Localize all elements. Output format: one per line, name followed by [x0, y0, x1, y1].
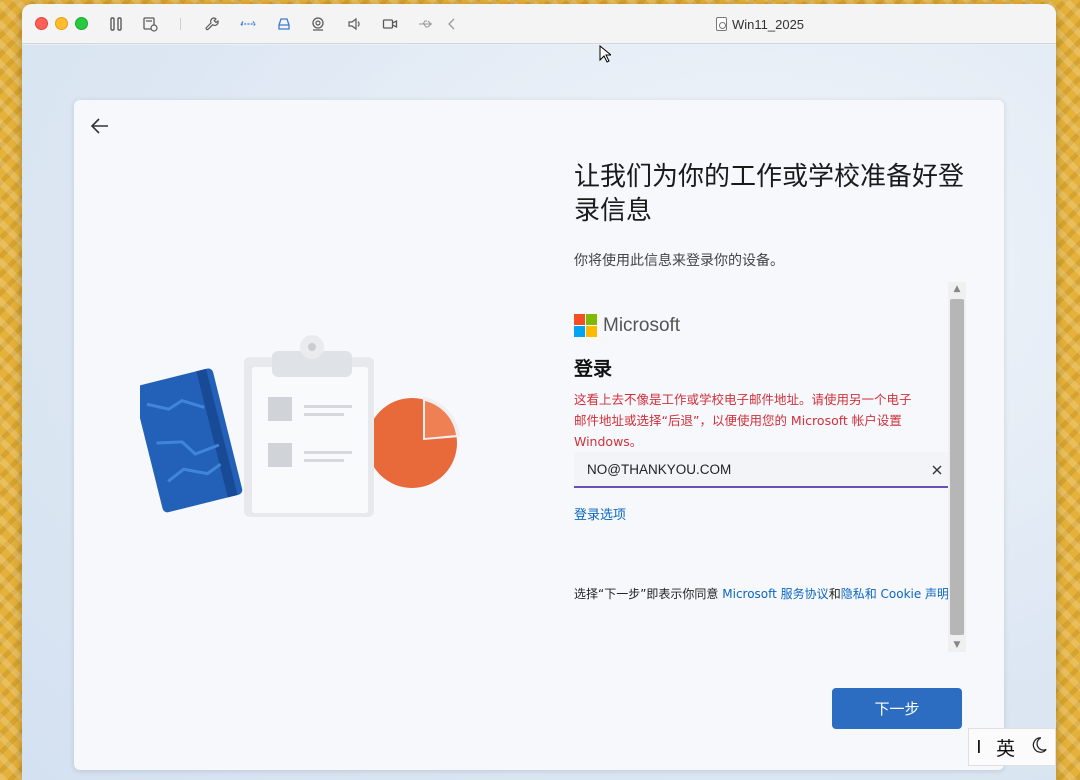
error-line: 邮件地址或选择“后退”，以便使用您的 Microsoft 帐户设置	[574, 413, 902, 428]
sound-icon[interactable]	[344, 14, 364, 34]
close-window-button[interactable]	[35, 17, 48, 30]
terms-text: 选择“下一步”即表示你同意 Microsoft 服务协议和隐私和 Cookie …	[574, 585, 961, 602]
microsoft-logo-icon	[574, 314, 597, 337]
document-icon	[716, 17, 727, 31]
oobe-card: 让我们为你的工作或学校准备好登录信息 你将使用此信息来登录你的设备。 Micro…	[74, 100, 1004, 770]
page-heading: 让我们为你的工作或学校准备好登录信息	[574, 162, 965, 226]
error-message: 这看上去不像是工作或学校电子邮件地址。请使用另一个电子 邮件地址或选择“后退”，…	[574, 389, 954, 452]
back-arrow-icon[interactable]	[88, 114, 112, 138]
window-title: Win11_2025	[716, 15, 804, 33]
pause-icon[interactable]	[106, 14, 126, 34]
email-input[interactable]	[574, 452, 904, 486]
error-line: 这看上去不像是工作或学校电子邮件地址。请使用另一个电子	[574, 392, 912, 407]
scroll-thumb[interactable]	[950, 299, 964, 635]
camera-icon[interactable]	[308, 14, 328, 34]
next-button[interactable]: 下一步	[832, 688, 962, 729]
page-subheading: 你将使用此信息来登录你的设备。	[574, 253, 784, 269]
mouse-pointer-icon	[599, 45, 611, 63]
microsoft-logo: Microsoft	[574, 314, 680, 337]
microsoft-wordmark: Microsoft	[603, 314, 681, 336]
drive-icon[interactable]	[274, 14, 294, 34]
moon-icon[interactable]	[1030, 736, 1048, 759]
terms-and: 和	[828, 587, 841, 601]
vm-window: Win11_2025 让我们为你的工作或学校准备好登录信息 你将使用此信息来登录…	[22, 4, 1056, 780]
video-icon[interactable]	[380, 14, 400, 34]
service-agreement-link[interactable]: Microsoft 服务协议	[722, 587, 828, 601]
usb-icon[interactable]	[416, 14, 436, 34]
title-bar: Win11_2025	[22, 4, 1056, 44]
maximize-window-button[interactable]	[75, 17, 88, 30]
snapshot-icon[interactable]	[140, 14, 160, 34]
network-icon[interactable]	[238, 14, 258, 34]
terms-prefix: 选择“下一步”即表示你同意	[574, 587, 723, 601]
signin-options-link[interactable]: 登录选项	[574, 504, 626, 523]
window-title-text: Win11_2025	[732, 16, 805, 32]
clear-icon[interactable]	[930, 462, 944, 476]
chevron-left-icon[interactable]	[442, 14, 462, 34]
privacy-statement-link[interactable]: 隐私和 Cookie 声明	[841, 587, 949, 601]
signin-title: 登录	[574, 358, 613, 380]
oobe-screen: 让我们为你的工作或学校准备好登录信息 你将使用此信息来登录你的设备。 Micro…	[22, 45, 1056, 780]
scroll-down-icon[interactable]: ▼	[948, 638, 966, 652]
scrollbar[interactable]: ▲ ▼	[948, 282, 966, 652]
ime-indicator[interactable]: I 英	[968, 728, 1056, 766]
text-cursor-icon: I	[976, 736, 982, 758]
minimize-window-button[interactable]	[55, 17, 68, 30]
ime-mode[interactable]: 英	[996, 734, 1015, 761]
email-field[interactable]	[574, 452, 948, 488]
clipboard-illustration	[133, 335, 470, 535]
toolbar-divider	[180, 18, 181, 30]
scroll-up-icon[interactable]: ▲	[948, 282, 966, 296]
error-line: Windows。	[574, 434, 643, 449]
wrench-icon[interactable]	[202, 14, 222, 34]
